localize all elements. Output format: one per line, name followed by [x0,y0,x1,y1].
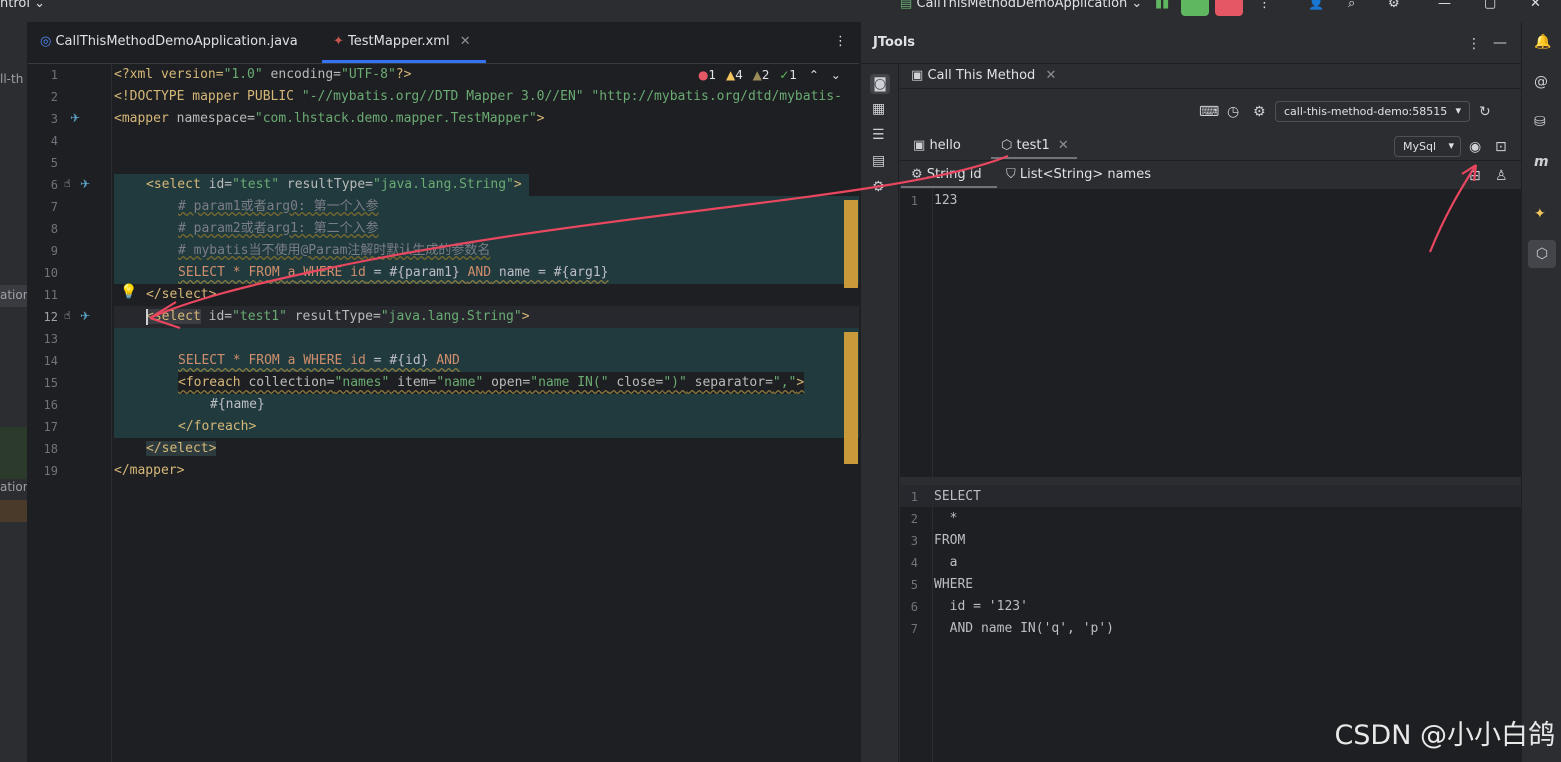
annotation-arrow [1428,164,1477,253]
annotation-overlay [149,154,1478,330]
annotation-arrowhead [149,301,181,330]
watermark: CSDN @小小白鸽 [1334,720,1555,751]
annotation-arrow [149,154,1009,320]
annotation-arrowhead [1461,164,1478,182]
